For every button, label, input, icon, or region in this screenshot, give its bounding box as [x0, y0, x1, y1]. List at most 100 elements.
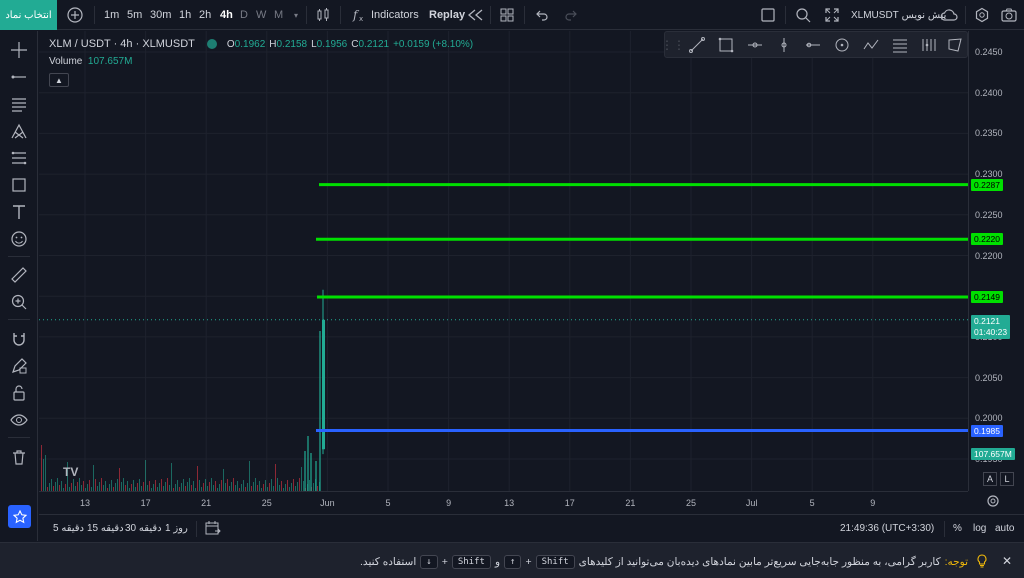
interval-d[interactable]: D — [240, 7, 248, 23]
volume-bar — [87, 484, 88, 491]
volume-bar — [225, 483, 226, 491]
interval-w[interactable]: W — [256, 7, 266, 23]
rectangle-icon[interactable] — [9, 175, 29, 195]
draw-horizontal-line-icon[interactable] — [804, 36, 822, 54]
volume-bar — [233, 478, 234, 491]
lock-pencil-icon[interactable] — [9, 356, 29, 376]
interval-m[interactable]: M — [274, 7, 283, 23]
range-1d[interactable]: 1 روز — [165, 523, 188, 534]
range-5m[interactable]: 5 دقیقه — [53, 523, 84, 534]
drawing-toolbar: ⋮⋮ — [661, 31, 968, 58]
zoom-in-icon[interactable] — [9, 292, 29, 312]
draw-columns-icon[interactable] — [920, 36, 938, 54]
volume-bar — [143, 482, 144, 491]
draw-circle-icon[interactable] — [833, 36, 851, 54]
plus-2: + — [441, 556, 448, 568]
redo-icon[interactable] — [562, 6, 580, 24]
log-toggle[interactable]: log — [973, 523, 986, 534]
candles-icon[interactable] — [314, 6, 332, 24]
eye-icon[interactable] — [9, 410, 29, 430]
draw-fib-icon[interactable] — [891, 36, 909, 54]
interval-30m[interactable]: 30m — [150, 7, 171, 23]
lines-icon[interactable] — [9, 94, 29, 114]
interval-5m[interactable]: 5m — [127, 7, 142, 23]
time-tick: Jun — [320, 498, 335, 508]
draw-path-icon[interactable] — [862, 36, 880, 54]
range-15m[interactable]: 15 دقیقه — [87, 523, 124, 534]
volume-bar — [61, 481, 62, 491]
magnet-icon[interactable] — [9, 329, 29, 349]
text-tool-icon[interactable] — [9, 202, 29, 222]
time-tick: 17 — [140, 498, 151, 508]
price-scale[interactable]: 0.2450 0.2400 0.2350 0.2300 0.2250 0.2200 0.21… — [968, 31, 1024, 491]
interval-4h[interactable]: 4h — [220, 7, 233, 23]
interval-2h[interactable]: 2h — [199, 7, 211, 23]
clock-timezone[interactable]: 21:49:36 (UTC+3:30) — [840, 523, 934, 534]
interval-1m[interactable]: 1m — [104, 7, 119, 23]
indicators-icon[interactable]: fx — [350, 6, 368, 24]
time-scale[interactable]: 13 17 21 25 Jun 5 9 13 17 21 25 Jul 5 9 — [39, 491, 968, 511]
volume-bar — [121, 482, 122, 491]
auto-toggle[interactable]: auto — [995, 523, 1014, 534]
legend-symbol[interactable]: XLM / USDT · 4h · XLMUSDT — [49, 38, 195, 50]
replay-icon[interactable] — [466, 6, 484, 24]
trash-icon[interactable] — [9, 447, 29, 467]
draw-polygon-icon[interactable] — [946, 36, 964, 54]
crosshair-icon[interactable] — [9, 40, 29, 60]
camera-icon[interactable] — [1000, 6, 1018, 24]
drag-handle-icon[interactable]: ⋮⋮ — [661, 36, 685, 54]
volume-bar — [45, 455, 46, 491]
smiley-icon[interactable] — [9, 229, 29, 249]
draw-trendline-icon[interactable] — [688, 36, 706, 54]
volume-bar — [153, 484, 154, 491]
goto-date-icon[interactable] — [205, 520, 221, 539]
time-tick: 21 — [201, 498, 212, 508]
collapse-legend-button[interactable]: ▲ — [49, 73, 69, 87]
expand-icon[interactable] — [823, 6, 841, 24]
price-tick: 0.2450 — [975, 47, 1003, 57]
quick-search-icon[interactable] — [794, 6, 812, 24]
volume-bar — [137, 483, 138, 491]
volume-bar — [285, 484, 286, 491]
cloud-icon[interactable] — [940, 6, 958, 24]
scale-settings-gear-icon[interactable] — [986, 494, 1000, 508]
lock-scale-button[interactable]: L — [1000, 472, 1014, 486]
chart-pane[interactable]: TV — [39, 31, 968, 491]
favorites-star-icon[interactable] — [8, 505, 31, 528]
legend-open: O0.1962 — [226, 38, 266, 50]
chart-legend: XLM / USDT · 4h · XLMUSDT O0.1962 H0.215… — [49, 38, 473, 50]
price-chart[interactable]: TV — [39, 31, 968, 491]
price-tick: 0.2000 — [975, 413, 1003, 424]
symbol-select-button[interactable]: انتخاب نماد — [0, 0, 57, 30]
settings-gear-icon[interactable] — [973, 6, 991, 24]
ruler-icon[interactable] — [9, 265, 29, 285]
draw-horizontal-ray-icon[interactable] — [746, 36, 764, 54]
volume-bar — [315, 461, 317, 491]
fib-retracement-icon[interactable] — [9, 148, 29, 168]
close-icon[interactable]: ✕ — [1000, 554, 1014, 568]
volume-bar — [49, 483, 50, 491]
draw-rectangle-icon[interactable] — [717, 36, 735, 54]
fullscreen-square-icon[interactable] — [759, 6, 777, 24]
bottom-toolbar: 5 دقیقه 15 دقیقه 30 دقیقه 1 روز 21:49:36… — [39, 514, 1024, 541]
volume-bar — [205, 479, 206, 491]
interval-dropdown-icon[interactable]: ▾ — [294, 7, 298, 23]
line-price-label: 0.1985 — [971, 424, 1003, 437]
replay-button[interactable]: Replay — [429, 7, 465, 23]
lock-icon[interactable] — [9, 383, 29, 403]
range-30m[interactable]: 30 دقیقه — [125, 523, 162, 534]
add-symbol-icon[interactable] — [66, 6, 84, 24]
volume-bar — [281, 481, 282, 491]
pitchfork-icon[interactable] — [9, 121, 29, 141]
volume-legend[interactable]: Volume 107.657M — [49, 56, 132, 67]
percent-toggle[interactable]: % — [953, 523, 962, 534]
undo-icon[interactable] — [533, 6, 551, 24]
layout-grid-icon[interactable] — [498, 6, 516, 24]
time-tick: 25 — [685, 498, 697, 508]
indicators-button[interactable]: Indicators — [371, 7, 419, 23]
volume-bar — [117, 479, 118, 491]
interval-1h[interactable]: 1h — [179, 7, 191, 23]
draw-vertical-line-icon[interactable] — [775, 36, 793, 54]
trend-line-icon[interactable] — [9, 67, 29, 87]
auto-scale-button[interactable]: A — [983, 472, 997, 486]
